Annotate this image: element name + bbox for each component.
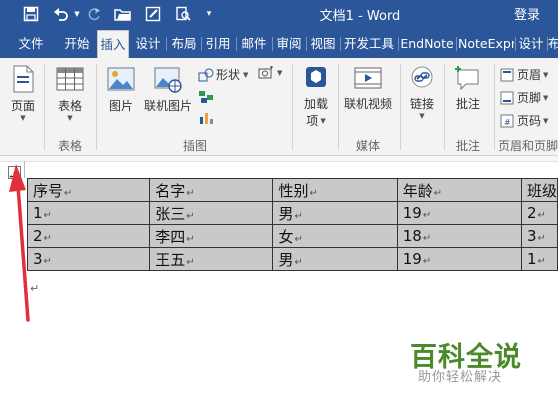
watermark-slogan: 助你轻松解决 (418, 370, 503, 385)
